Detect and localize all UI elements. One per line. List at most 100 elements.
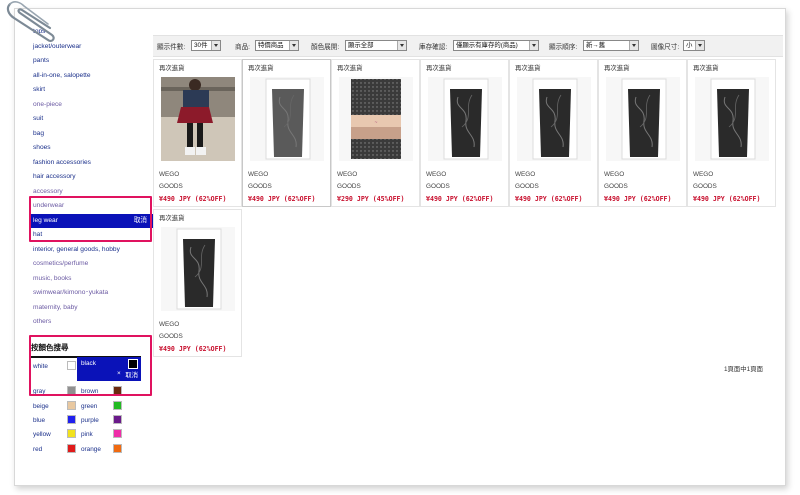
sidebar-category-item[interactable]: swimwear/kimono･yukata [31,286,153,301]
chevron-down-icon [211,41,220,50]
product-brand[interactable]: WEGO [515,171,535,178]
sidebar-category-label: music, books [33,274,72,282]
product-category: GOODS [426,183,450,190]
product-label: 商品: [235,44,251,51]
sidebar-category-label: pants [33,57,50,64]
color-swatch[interactable] [113,401,122,410]
color-swatch[interactable] [113,444,122,453]
product-image[interactable] [428,77,502,161]
restock-label: 再次進貨 [515,65,541,72]
sidebar-category-item[interactable]: all-in-one, salopette [31,69,153,84]
product-select[interactable]: 特價商品 [255,40,299,51]
color-option-label[interactable]: orange [81,446,101,453]
sidebar-category-label: suit [33,115,44,122]
product-brand[interactable]: WEGO [159,321,179,328]
order-select[interactable]: 新→舊 [583,40,639,51]
color-swatch[interactable] [67,444,76,453]
product-brand[interactable]: WEGO [426,171,446,178]
chevron-down-icon [289,41,298,50]
pagination-text: 1頁面中1頁面 [723,366,763,373]
product-brand[interactable]: WEGO [693,171,713,178]
product-card[interactable]: 再次進貨 WEGO GOODS ¥490 JPY (62%OFF) [420,59,509,207]
product-price: ¥490 JPY (62%OFF) [248,195,316,203]
image-size-select[interactable]: 小 [683,40,705,51]
product-card[interactable]: 再次進貨 WEGO GOODS ¥490 JPY (62%OFF) [153,59,242,207]
color-expand-select[interactable]: 顯示全部 [345,40,407,51]
product-card[interactable]: 再次進貨 WEGO GOODS ¥490 JPY (62%OFF) [509,59,598,207]
color-option-label[interactable]: blue [33,417,45,424]
product-image[interactable] [606,77,680,161]
sidebar-category-item[interactable]: interior, general goods, hobby [31,243,153,258]
sidebar-category-item[interactable]: suit [31,112,153,127]
restock-label: 再次進貨 [159,215,185,222]
restock-label: 再次進貨 [604,65,630,72]
color-option-label[interactable]: red [33,446,42,453]
sidebar-category-label: interior, general goods, hobby [33,245,120,253]
product-category: GOODS [337,183,361,190]
product-select-value: 特價商品 [258,42,284,49]
image-size-select-value: 小 [686,42,693,49]
color-option-label[interactable]: yellow [33,431,51,438]
paperclip-icon [6,1,55,43]
sidebar-category-item[interactable]: one-piece [31,98,153,113]
color-swatch[interactable] [67,415,76,424]
sidebar-category-label: others [33,318,52,325]
product-image[interactable]: ~ [339,77,413,161]
color-option-label[interactable]: green [81,403,97,410]
sidebar-category-label: one-piece [33,100,62,108]
color-option-label[interactable]: beige [33,403,49,410]
sidebar-category-item[interactable]: maternity, baby [31,301,153,316]
sidebar-category-item[interactable]: pants [31,54,153,69]
product-category: GOODS [693,183,717,190]
sidebar-category-item[interactable]: shoes [31,141,153,156]
color-row: yellow pink [31,429,141,442]
color-option-label[interactable]: purple [81,417,99,424]
product-image[interactable] [161,77,235,161]
color-swatch[interactable] [113,415,122,424]
color-swatch[interactable] [113,429,122,438]
product-card[interactable]: 再次進貨 WEGO GOODS ¥490 JPY (62%OFF) [598,59,687,207]
product-image[interactable] [161,227,235,311]
product-card[interactable]: 再次進貨 WEGO GOODS ¥490 JPY (62%OFF) [153,209,242,357]
color-expand-label: 顏色展開: [311,44,340,51]
product-card[interactable]: 再次進貨 ~ WEGO GOODS ¥290 JPY (45%OFF) [331,59,420,207]
sidebar-category-item[interactable]: bag [31,127,153,142]
order-select-value: 新→舊 [586,42,606,49]
product-image[interactable] [517,77,591,161]
svg-text:~: ~ [375,120,378,126]
chevron-down-icon [397,41,406,50]
sidebar-category-item[interactable]: hair accessory [31,170,153,185]
color-swatch[interactable] [67,401,76,410]
product-price: ¥490 JPY (62%OFF) [604,195,672,203]
sidebar-category-item[interactable]: skirt [31,83,153,98]
product-image[interactable] [250,77,324,161]
sidebar-category-item[interactable]: others [31,315,153,330]
sidebar-category-item[interactable]: music, books [31,272,153,287]
product-brand[interactable]: WEGO [604,171,624,178]
product-brand[interactable]: WEGO [337,171,357,178]
stock-label: 庫存確認: [419,44,448,51]
sidebar-category-label: accessory [33,187,63,195]
product-category: GOODS [159,333,183,340]
product-brand[interactable]: WEGO [159,171,179,178]
count-select[interactable]: 30件 [191,40,221,51]
restock-label: 再次進貨 [248,65,274,72]
product-image[interactable] [695,77,769,161]
sidebar-category-item[interactable]: fashion accessories [31,156,153,171]
color-row: blue purple [31,415,141,428]
color-expand-select-value: 顯示全部 [348,42,374,49]
sidebar-category-item[interactable]: cosmetics/perfume [31,257,153,272]
stock-select[interactable]: 僅顯示有庫存的(商品) [453,40,539,51]
color-row: red orange [31,444,141,457]
product-category: GOODS [515,183,539,190]
color-swatch[interactable] [67,429,76,438]
product-card[interactable]: 再次進貨 WEGO GOODS ¥490 JPY (62%OFF) [242,59,331,207]
category-sidebar: tops jacket/outerwear pants all-in-one, sal… [31,25,153,330]
product-card[interactable]: 再次進貨 WEGO GOODS ¥490 JPY (62%OFF) [687,59,776,207]
product-category: GOODS [248,183,272,190]
color-option-label[interactable]: pink [81,431,93,438]
restock-label: 再次進貨 [693,65,719,72]
product-brand[interactable]: WEGO [248,171,268,178]
product-price: ¥490 JPY (62%OFF) [159,195,227,203]
sidebar-category-label: cosmetics/perfume [33,260,89,267]
